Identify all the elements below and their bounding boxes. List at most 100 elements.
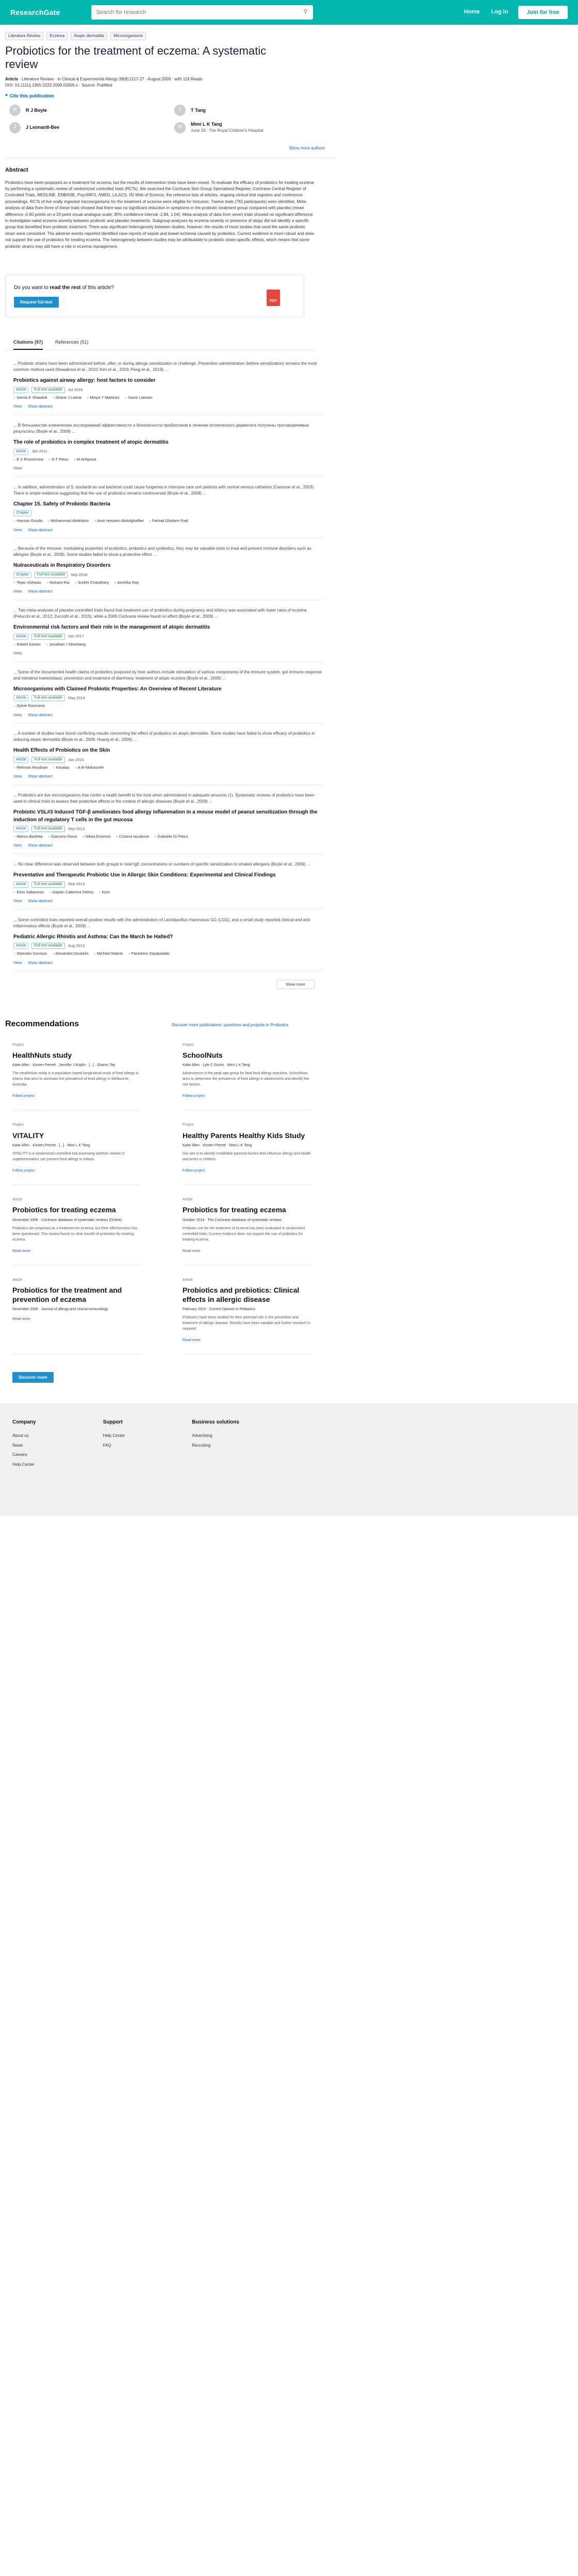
footer-link[interactable]: Advertising <box>192 1433 239 1439</box>
citation-author[interactable]: Gabriele Di Pietro <box>154 834 188 840</box>
citation-action-link[interactable]: View <box>13 651 22 656</box>
tab-citations[interactable]: Citations (97) <box>13 336 43 350</box>
citation-action-link[interactable]: View <box>13 774 22 779</box>
citation-action-link[interactable]: Show abstract <box>28 589 53 595</box>
citation-author[interactable]: Kaplan Catterina Delroy <box>49 890 94 895</box>
citation-author[interactable]: Surbhi Chaudhary <box>75 580 109 586</box>
citation-action-link[interactable]: Show abstract <box>28 528 53 533</box>
citation-title[interactable]: Microorganisms with Claimed Probiotic Pr… <box>13 686 323 693</box>
citation-author[interactable]: Robert Kantor <box>13 642 41 648</box>
citation-action-link[interactable]: Show abstract <box>28 774 53 779</box>
discover-more-button[interactable]: Discover more <box>12 1372 54 1383</box>
citation-action-link[interactable]: View <box>13 899 22 904</box>
author-name[interactable]: J Leonardi-Bee <box>26 124 59 131</box>
citation-author[interactable]: Karatas <box>53 765 70 771</box>
citation-title[interactable]: Preventative and Therapeutic Probiotic U… <box>13 872 323 879</box>
citation-author[interactable]: Michael Makris <box>94 951 123 957</box>
recommendation-action-link[interactable]: Follow project <box>183 1169 205 1173</box>
citation-title[interactable]: The role of probiotics in complex treatm… <box>13 439 323 447</box>
nav-login-link[interactable]: Log in <box>491 8 508 16</box>
recommendation-title[interactable]: Probiotics for treating eczema <box>183 1206 311 1215</box>
recommendation-action-link[interactable]: Read more <box>183 1249 201 1253</box>
breadcrumb-item[interactable]: Microorganisms <box>110 32 146 40</box>
cite-link[interactable]: ❝ Cite this publication <box>5 93 366 99</box>
citation-action-link[interactable]: View <box>13 713 22 718</box>
citation-author[interactable]: Anshika Ray <box>114 580 139 586</box>
article-doi[interactable]: DOI: 10.1111/j.1365-2222.2009.03305.x · … <box>5 82 366 89</box>
author-card[interactable]: M Mimi L K Tang Jurie 33 · The Royal Chi… <box>174 121 329 134</box>
footer-link[interactable]: Careers <box>12 1452 36 1458</box>
recommendation-action-link[interactable]: Follow project <box>12 1169 35 1173</box>
citation-title[interactable]: Chapter 15. Safety of Probiotic Bacteria <box>13 501 323 509</box>
site-logo[interactable]: ResearchGate <box>10 7 60 18</box>
author-name[interactable]: R J Boyle <box>26 107 47 114</box>
citation-author[interactable]: Giacomo Rossi <box>48 834 77 840</box>
show-more-button[interactable]: Show more <box>276 979 315 990</box>
citation-author[interactable]: Meiya Y Martinez <box>87 395 120 401</box>
citation-author[interactable]: Marius Barletta <box>13 834 42 840</box>
footer-link[interactable]: FAQ <box>103 1443 125 1449</box>
author-card[interactable]: T T Tang <box>174 105 329 116</box>
citation-author[interactable]: N T Pleso <box>48 457 69 463</box>
discover-more-link[interactable]: Discover more publications, questions an… <box>172 1022 288 1028</box>
recommendation-title[interactable]: VITALITY <box>12 1131 141 1141</box>
citation-title[interactable]: Probiotics against airway allergy: host … <box>13 377 323 385</box>
citation-author[interactable]: Farhad Gholami Rad <box>149 518 188 524</box>
citation-author[interactable]: Stamatis Gonisos <box>13 951 47 957</box>
footer-link[interactable]: Help Center <box>103 1433 125 1439</box>
citation-title[interactable]: Nutraceuticals in Respiratory Disorders <box>13 562 323 570</box>
citation-author[interactable]: Kezt <box>98 890 110 895</box>
citation-author[interactable]: Mohammad Abdelaziz <box>47 518 89 524</box>
recommendation-title[interactable]: Healthy Parents Healthy Kids Study <box>183 1131 311 1141</box>
recommendation-action-link[interactable]: Read more <box>12 1249 30 1253</box>
tab-references[interactable]: References (51) <box>55 336 89 350</box>
footer-link[interactable]: Recruiting <box>192 1443 239 1449</box>
citation-author[interactable]: Cristina Iacobone <box>116 834 149 840</box>
request-fulltext-button[interactable]: Request full-text <box>14 297 59 308</box>
citation-action-link[interactable]: Show abstract <box>28 713 53 718</box>
citation-author[interactable]: E V Prosvirnina <box>13 457 43 463</box>
recommendation-action-link[interactable]: Follow project <box>183 1094 205 1098</box>
search-input[interactable] <box>96 9 304 15</box>
search-box[interactable]: ⚲ <box>91 5 313 20</box>
author-card[interactable]: R R J Boyle <box>9 105 164 116</box>
citation-action-link[interactable]: View <box>13 528 22 533</box>
citation-title[interactable]: Environmental risk factors and their rol… <box>13 624 323 632</box>
citation-author[interactable]: Jonathan I Silverberg <box>46 642 86 648</box>
citation-title[interactable]: Probiotic VSL#3 Induced TGF-β ameliorate… <box>13 809 323 824</box>
recommendation-action-link[interactable]: Read more <box>183 1338 201 1342</box>
citation-action-link[interactable]: View <box>13 404 22 410</box>
citation-author[interactable]: Amir Hossein Abdolghaffari <box>94 518 143 524</box>
citation-author[interactable]: Samia E Shawkat <box>13 395 47 401</box>
footer-link[interactable]: About us <box>12 1433 36 1439</box>
footer-link[interactable]: Help Center <box>12 1462 36 1468</box>
recommendation-title[interactable]: Probiotics for treating eczema <box>12 1206 141 1215</box>
citation-author[interactable]: Rehman Roudsari <box>13 765 47 771</box>
search-icon[interactable]: ⚲ <box>304 8 308 16</box>
citation-author[interactable]: Paraskevi Xepapadaki <box>128 951 170 957</box>
citation-author[interactable]: Nikita Enomori <box>82 834 111 840</box>
recommendation-title[interactable]: HealthNuts study <box>12 1051 141 1060</box>
footer-link[interactable]: News <box>12 1443 36 1449</box>
citation-author[interactable]: Shane J Leone <box>52 395 81 401</box>
breadcrumb-item[interactable]: Literature Review <box>5 32 44 40</box>
citation-title[interactable]: Pediatric Allergic Rhinitis and Asthma: … <box>13 934 323 941</box>
citation-author[interactable]: Sylvie Rasmanic <box>13 703 45 709</box>
recommendation-title[interactable]: Probiotics and prebiotics: Clinical effe… <box>183 1286 311 1304</box>
citation-title[interactable]: Health Effects of Probiotics on the Skin <box>13 747 323 755</box>
citation-action-link[interactable]: Show abstract <box>28 404 53 410</box>
citation-action-link[interactable]: Show abstract <box>28 960 53 966</box>
recommendation-title[interactable]: SchoolNuts <box>183 1051 311 1060</box>
breadcrumb-item[interactable]: Atopic dermatitis <box>71 32 108 40</box>
recommendation-title[interactable]: Probiotics for the treatment and prevent… <box>12 1286 141 1304</box>
citation-author[interactable]: A Al-Mahasneh <box>75 765 104 771</box>
citation-author[interactable]: M Arhipova <box>74 457 96 463</box>
show-more-authors-link[interactable]: Show more authors <box>5 145 325 151</box>
citation-action-link[interactable]: View <box>13 960 22 966</box>
author-name[interactable]: T Tang <box>191 107 206 114</box>
citation-author[interactable]: Elvin Sabanovic <box>13 890 44 895</box>
join-button[interactable]: Join for free <box>518 6 568 19</box>
citation-action-link[interactable]: Show abstract <box>28 899 53 904</box>
citation-action-link[interactable]: View <box>13 589 22 595</box>
citation-author[interactable]: Tejas Vishwas <box>13 580 41 586</box>
